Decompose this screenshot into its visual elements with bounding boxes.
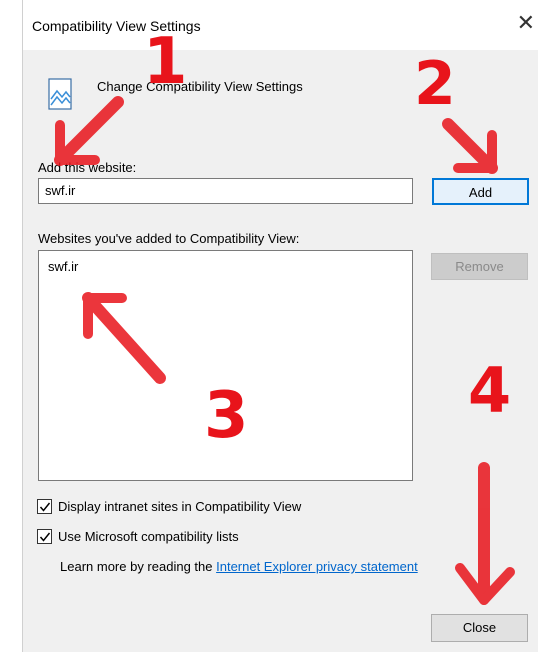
annotation-step-1: 1 xyxy=(143,25,188,99)
header-text: Change Compatibility View Settings xyxy=(97,79,303,94)
close-button[interactable]: Close xyxy=(431,614,528,642)
ms-lists-label: Use Microsoft compatibility lists xyxy=(58,529,239,544)
learn-more-prefix: Learn more by reading the xyxy=(60,559,217,574)
checkmark-icon xyxy=(39,502,51,512)
add-button[interactable]: Add xyxy=(432,178,529,205)
list-item[interactable]: swf.ir xyxy=(48,259,78,274)
compatibility-view-icon xyxy=(45,77,75,111)
websites-list-label: Websites you've added to Compatibility V… xyxy=(38,231,300,246)
remove-button[interactable]: Remove xyxy=(431,253,528,280)
privacy-statement-link[interactable]: Internet Explorer privacy statement xyxy=(216,559,418,574)
learn-more-text: Learn more by reading the Internet Explo… xyxy=(60,559,418,574)
annotation-step-3: 3 xyxy=(204,379,249,453)
close-icon[interactable]: ✕ xyxy=(517,12,535,34)
annotation-step-2: 2 xyxy=(414,49,456,119)
title-bar: Compatibility View Settings ✕ xyxy=(23,0,538,50)
intranet-checkbox[interactable] xyxy=(37,499,52,514)
background-window-strip xyxy=(0,0,22,652)
checkmark-icon xyxy=(39,532,51,542)
intranet-label: Display intranet sites in Compatibility … xyxy=(58,499,302,514)
ms-lists-checkbox[interactable] xyxy=(37,529,52,544)
add-website-label: Add this website: xyxy=(38,160,137,175)
add-website-input[interactable]: swf.ir xyxy=(38,178,413,204)
annotation-step-4: 4 xyxy=(468,354,512,427)
compatibility-view-dialog: Compatibility View Settings ✕ Change Com… xyxy=(22,0,538,652)
